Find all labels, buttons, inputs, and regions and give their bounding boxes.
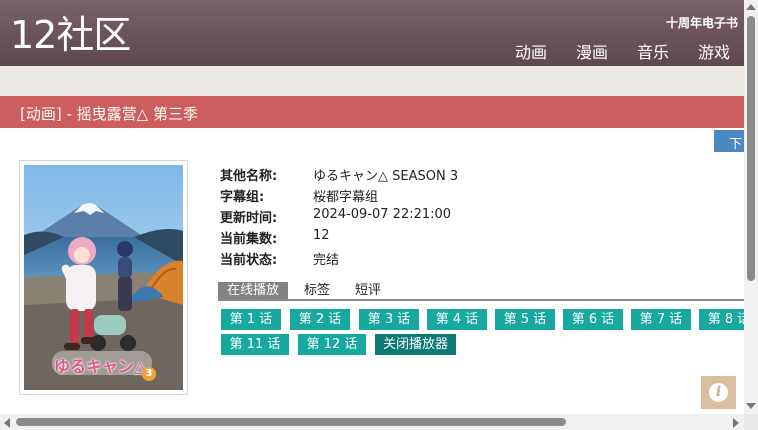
nav-games[interactable]: 游戏 <box>698 39 730 63</box>
info-label: 当前状态: <box>220 253 278 268</box>
site-header: 12社区 十周年电子书 动画 漫画 音乐 游戏 <box>0 0 744 66</box>
content-tabs: 在线播放 标签 短评 <box>218 282 744 301</box>
info-label: 字幕组: <box>220 190 265 205</box>
episode-button[interactable]: 第 11 话 <box>221 334 289 355</box>
scroll-up-icon[interactable] <box>746 4 756 10</box>
info-label: 当前集数: <box>220 232 278 247</box>
info-label: 更新时间: <box>220 211 278 226</box>
info-value: 桜都字幕组 <box>313 190 379 205</box>
spacer-band <box>0 66 744 96</box>
nav-music[interactable]: 音乐 <box>637 39 669 63</box>
info-value: 12 <box>313 228 330 243</box>
poster-season-mark: 3 <box>142 367 156 381</box>
episode-button[interactable]: 第 5 话 <box>495 309 555 330</box>
info-value: 完结 <box>313 253 340 268</box>
episode-button[interactable]: 第 7 话 <box>631 309 691 330</box>
horizontal-scrollbar[interactable] <box>0 414 744 430</box>
vertical-scroll-thumb[interactable] <box>747 16 755 281</box>
download-button[interactable]: 下载 <box>714 130 744 152</box>
info-row-updated: 更新时间: 2024-09-07 22:21:00 <box>220 207 458 228</box>
nav-manga[interactable]: 漫画 <box>576 39 608 63</box>
scroll-left-icon[interactable] <box>4 418 10 428</box>
episode-button[interactable]: 第 3 话 <box>359 309 419 330</box>
info-button[interactable]: i <box>701 376 736 409</box>
vertical-scrollbar[interactable] <box>744 0 758 414</box>
scroll-right-icon[interactable] <box>733 418 739 428</box>
horizontal-scroll-thumb[interactable] <box>16 418 566 426</box>
main-nav: 动画 漫画 音乐 游戏 <box>515 39 730 63</box>
tab-online-play[interactable]: 在线播放 <box>218 282 289 299</box>
info-row-status: 当前状态: 完结 <box>220 249 458 270</box>
episode-list: 第 1 话 第 2 话 第 3 话 第 4 话 第 5 话 第 6 话 第 7 … <box>221 309 744 359</box>
info-value: 2024-09-07 22:21:00 <box>313 207 452 222</box>
info-value: ゆるキャン△ SEASON 3 <box>313 169 459 184</box>
episode-button[interactable]: 第 8 话 <box>699 309 744 330</box>
anime-poster: ゆるキャン△ 3 <box>24 165 183 390</box>
info-row-episodes: 当前集数: 12 <box>220 228 458 249</box>
info-row-alt-name: 其他名称: ゆるキャン△ SEASON 3 <box>220 165 458 186</box>
info-label: 其他名称: <box>220 169 278 184</box>
anime-info: 其他名称: ゆるキャン△ SEASON 3 字幕组: 桜都字幕组 更新时间: 2… <box>220 165 458 270</box>
nav-anime[interactable]: 动画 <box>515 39 547 63</box>
episode-button[interactable]: 第 2 话 <box>290 309 350 330</box>
episode-button[interactable]: 第 1 话 <box>221 309 281 330</box>
scrollbar-corner <box>744 414 758 430</box>
info-icon: i <box>709 383 728 402</box>
poster-frame: ゆるキャン△ 3 <box>19 160 188 395</box>
tab-tags[interactable]: 标签 <box>304 282 330 299</box>
episode-button[interactable]: 第 4 话 <box>427 309 487 330</box>
scroll-down-icon[interactable] <box>746 403 756 409</box>
page: 12社区 十周年电子书 动画 漫画 音乐 游戏 [动画] - 摇曳露营△ 第三季… <box>0 0 758 430</box>
page-title-bar: [动画] - 摇曳露营△ 第三季 <box>0 96 744 128</box>
close-player-button[interactable]: 关闭播放器 <box>375 334 456 355</box>
info-row-subgroup: 字幕组: 桜都字幕组 <box>220 186 458 207</box>
tab-reviews[interactable]: 短评 <box>355 282 381 299</box>
episode-button[interactable]: 第 6 话 <box>563 309 623 330</box>
episode-button[interactable]: 第 12 话 <box>298 334 366 355</box>
page-title: [动画] - 摇曳露营△ 第三季 <box>20 105 198 123</box>
site-logo[interactable]: 12社区 <box>10 12 131 58</box>
poster-logo-text: ゆるキャン△ <box>54 357 147 376</box>
anniversary-link[interactable]: 十周年电子书 <box>666 14 738 31</box>
